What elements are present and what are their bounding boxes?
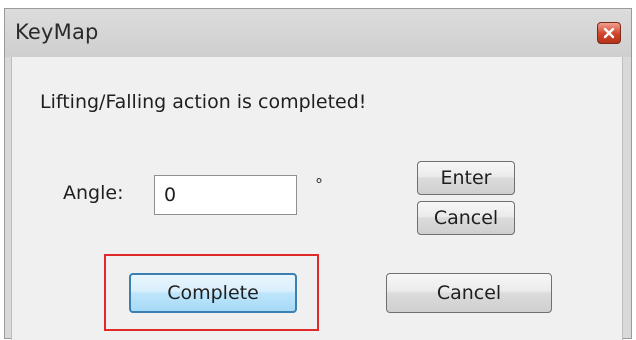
enter-button[interactable]: Enter [417,161,515,195]
title-bar[interactable]: KeyMap [5,9,631,57]
close-icon [603,27,615,39]
close-button[interactable] [597,22,621,44]
angle-cancel-button[interactable]: Cancel [417,201,515,235]
dialog-body: Lifting/Falling action is completed! Ang… [11,57,623,340]
angle-input[interactable] [154,175,297,215]
degree-unit: ° [315,175,323,194]
angle-label: Angle: [63,182,124,204]
window-title: KeyMap [15,20,99,44]
complete-button[interactable]: Complete [129,273,297,313]
status-message: Lifting/Falling action is completed! [40,91,367,113]
keymap-dialog-window: KeyMap Lifting/Falling action is complet… [4,8,632,340]
cancel-button[interactable]: Cancel [386,273,552,313]
